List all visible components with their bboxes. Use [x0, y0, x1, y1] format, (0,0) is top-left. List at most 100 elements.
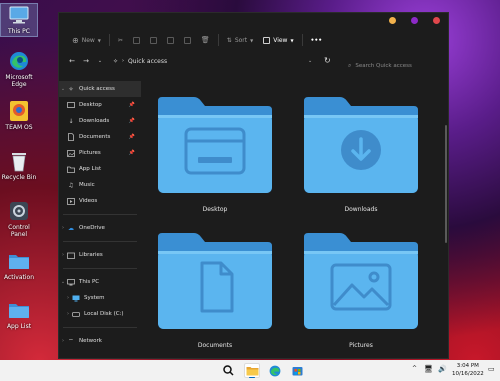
- pin-icon: 📌: [128, 102, 135, 108]
- file-explorer-window: ⊕ New ▼ ✂ 🗑 ⇅ Sort ▼ View ▼ ••• ← → ⌄ ✧ …: [58, 12, 449, 359]
- maximize-button[interactable]: [411, 17, 418, 24]
- pin-icon: 📌: [128, 134, 135, 140]
- sidebar-item-label: Pictures: [79, 150, 101, 156]
- view-button[interactable]: View ▼: [258, 32, 298, 48]
- edge-icon: [8, 50, 30, 72]
- title-bar[interactable]: [59, 13, 448, 29]
- sidebar-item-this-pc[interactable]: ⌄ This PC: [59, 274, 141, 290]
- sidebar-item-label: Desktop: [79, 102, 102, 108]
- chevron-right-icon[interactable]: ›: [59, 338, 67, 344]
- desktop-icon-control-panel[interactable]: Control Panel: [0, 200, 38, 238]
- sidebar-item-downloads[interactable]: ↓ Downloads 📌: [59, 113, 141, 129]
- sidebar-item-libraries[interactable]: › Libraries: [59, 247, 141, 263]
- divider: [63, 327, 137, 328]
- new-button[interactable]: ⊕ New ▼: [67, 32, 106, 48]
- share-button[interactable]: [179, 32, 196, 48]
- library-icon: [67, 251, 75, 259]
- sidebar-item-documents[interactable]: Documents 📌: [59, 129, 141, 145]
- start-button[interactable]: [198, 363, 214, 378]
- search-input[interactable]: ⌕ Search Quick access: [343, 60, 443, 72]
- sort-button[interactable]: ⇅ Sort ▼: [222, 32, 258, 48]
- chevron-down-icon[interactable]: ⌄: [59, 86, 67, 92]
- taskbar-file-explorer[interactable]: [244, 363, 260, 378]
- volume-icon[interactable]: 🔊: [438, 365, 447, 373]
- folder-downloads[interactable]: Downloads: [299, 95, 423, 213]
- navigation-pane: ⌄ ✧ Quick access Desktop 📌 ↓ Downloads 📌…: [59, 81, 141, 349]
- desktop-icon-label: Microsoft Edge: [5, 74, 33, 88]
- desktop-icon-recycle-bin[interactable]: Recycle Bin: [0, 150, 38, 181]
- desktop-icon-label: Control Panel: [8, 224, 30, 238]
- download-glyph: [341, 130, 381, 170]
- sidebar-item-label: System: [84, 295, 105, 301]
- desktop-icon-activation[interactable]: Activation: [0, 250, 38, 281]
- sidebar-item-system[interactable]: › System: [59, 290, 141, 306]
- sidebar-item-music[interactable]: ♫ Music: [59, 177, 141, 193]
- chevron-right-icon[interactable]: ›: [64, 295, 72, 301]
- folder-name: Pictures: [349, 342, 373, 349]
- close-button[interactable]: [433, 17, 440, 24]
- store-icon: [292, 367, 302, 376]
- computer-icon: [8, 4, 30, 26]
- chevron-right-icon[interactable]: ›: [64, 311, 72, 317]
- taskbar-edge[interactable]: [267, 363, 283, 378]
- chevron-right-icon[interactable]: ›: [59, 225, 67, 231]
- paste-button[interactable]: [145, 32, 162, 48]
- sidebar-item-label: Quick access: [79, 86, 115, 92]
- copy-button[interactable]: [128, 32, 145, 48]
- folder-pictures[interactable]: Pictures: [299, 231, 423, 349]
- trash-icon: 🗑: [200, 36, 210, 44]
- folder-icon: [304, 233, 418, 329]
- network-status-icon[interactable]: 🖥: [424, 365, 433, 373]
- folder-icon: [158, 97, 272, 193]
- chevron-right-icon[interactable]: ›: [59, 252, 67, 258]
- search-button[interactable]: [220, 363, 236, 378]
- desktop-icon-this-pc[interactable]: This PC: [0, 3, 38, 37]
- sidebar-item-desktop[interactable]: Desktop 📌: [59, 97, 141, 113]
- desktop-icon: [67, 101, 75, 109]
- desktop-icon-edge[interactable]: Microsoft Edge: [0, 50, 38, 88]
- folder-documents[interactable]: Documents: [153, 231, 277, 349]
- refresh-button[interactable]: ↻: [324, 56, 331, 65]
- up-button[interactable]: ⌄: [93, 58, 107, 64]
- chevron-up-icon[interactable]: ^: [412, 365, 417, 372]
- new-label: New: [81, 36, 95, 44]
- chevron-down-icon[interactable]: ⌄: [59, 279, 67, 285]
- chevron-down-icon: ▼: [250, 37, 254, 43]
- document-icon: [67, 133, 75, 141]
- desktop-icon-app-list[interactable]: App List: [0, 299, 38, 330]
- forward-button[interactable]: →: [79, 57, 93, 65]
- sidebar-item-app-list[interactable]: App List: [59, 161, 141, 177]
- download-icon: ↓: [68, 117, 74, 125]
- video-icon: [67, 197, 75, 205]
- rename-icon: [166, 36, 174, 44]
- delete-button[interactable]: 🗑: [196, 32, 215, 48]
- computer-icon: [67, 278, 75, 286]
- sidebar-item-pictures[interactable]: Pictures 📌: [59, 145, 141, 161]
- address-dropdown-button[interactable]: ⌄: [308, 58, 312, 64]
- minimize-button[interactable]: [389, 17, 396, 24]
- clock[interactable]: 3:04 PM 10/16/2022: [452, 363, 484, 378]
- folder-name: Desktop: [202, 206, 228, 213]
- folder-icon: [304, 97, 418, 193]
- sidebar-item-network[interactable]: › ⌔ Network: [59, 333, 141, 349]
- notification-icon[interactable]: ▭: [488, 365, 495, 373]
- more-options-button[interactable]: •••: [306, 32, 328, 48]
- sidebar-item-quick-access[interactable]: ⌄ ✧ Quick access: [59, 81, 141, 97]
- edge-icon: [269, 365, 281, 376]
- breadcrumb[interactable]: ✧ › Quick access: [113, 58, 167, 65]
- cut-button[interactable]: ✂: [113, 32, 128, 48]
- sidebar-item-videos[interactable]: Videos: [59, 193, 141, 209]
- desktop-icon-teamos[interactable]: TEAM OS: [0, 100, 38, 131]
- music-icon: ♫: [68, 181, 74, 189]
- desktop-icon-label: App List: [6, 323, 32, 330]
- back-button[interactable]: ←: [65, 57, 79, 65]
- sidebar-item-onedrive[interactable]: › ☁ OneDrive: [59, 220, 141, 236]
- desktop-icon-label: Activation: [3, 274, 35, 281]
- star-icon: ✧: [113, 57, 119, 65]
- folder-desktop[interactable]: Desktop: [153, 95, 277, 213]
- rename-button[interactable]: [162, 32, 179, 48]
- pin-icon: 📌: [128, 150, 135, 156]
- scrollbar[interactable]: [445, 125, 447, 243]
- sidebar-item-local-disk[interactable]: › Local Disk (C:): [59, 306, 141, 322]
- taskbar-store[interactable]: [289, 363, 305, 378]
